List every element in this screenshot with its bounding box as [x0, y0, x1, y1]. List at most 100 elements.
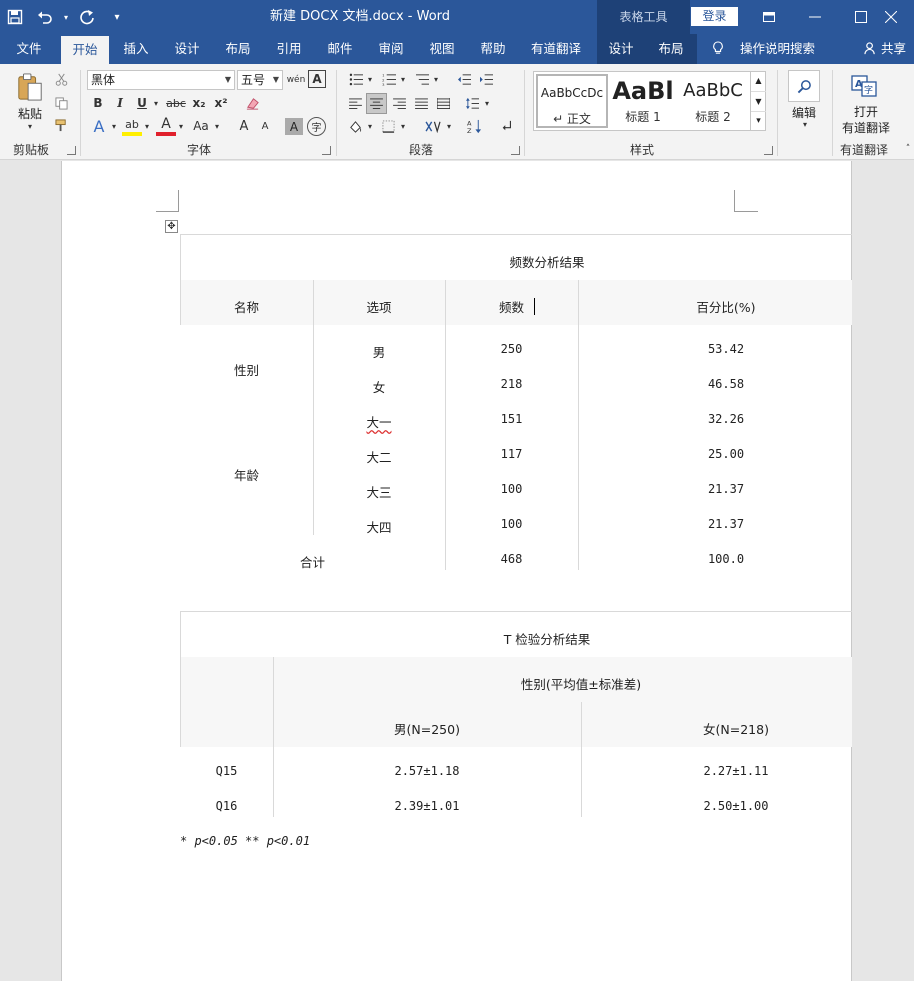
table2-male-value: 2.39±1.01 — [394, 799, 460, 813]
shrink-font-button[interactable]: A — [257, 116, 273, 136]
style-normal[interactable]: AaBbCcDc ↵ 正文 — [536, 74, 608, 128]
tab-references[interactable]: 引用 — [266, 34, 312, 64]
editing-dropdown-icon[interactable]: ▾ — [800, 120, 810, 129]
shading-dropdown-icon[interactable]: ▾ — [366, 116, 374, 136]
format-painter-icon[interactable] — [52, 116, 70, 134]
cut-icon[interactable] — [52, 70, 70, 88]
underline-button[interactable]: U — [133, 93, 151, 113]
align-center-icon[interactable] — [366, 93, 387, 114]
bullets-icon[interactable] — [345, 70, 367, 88]
line-spacing-icon[interactable] — [462, 93, 482, 113]
tab-layout[interactable]: 布局 — [215, 34, 261, 64]
shading-icon[interactable] — [345, 116, 365, 136]
youdao-translate-icon[interactable]: A字 — [848, 72, 880, 100]
clear-formatting-icon[interactable] — [242, 93, 262, 113]
styles-more-icon[interactable]: ▾ — [751, 111, 766, 129]
font-size-combo[interactable]: 五号 ▼ — [237, 70, 283, 90]
change-case-dropdown-icon[interactable]: ▾ — [212, 116, 222, 136]
change-case-button[interactable]: Aa — [190, 116, 212, 136]
paste-dropdown-icon[interactable]: ▾ — [25, 122, 35, 131]
borders-dropdown-icon[interactable]: ▾ — [399, 116, 407, 136]
close-icon[interactable] — [868, 0, 914, 34]
svg-text:2: 2 — [382, 78, 384, 82]
phonetic-guide-icon[interactable]: wén — [286, 70, 306, 90]
numbering-dropdown-icon[interactable]: ▾ — [399, 70, 407, 88]
multilevel-dropdown-icon[interactable]: ▾ — [432, 70, 440, 88]
share-button[interactable]: 共享 — [864, 34, 906, 64]
superscript-button[interactable]: x² — [212, 93, 230, 113]
styles-launcher-icon[interactable] — [764, 146, 773, 155]
text-effects-dropdown-icon[interactable]: ▾ — [109, 116, 119, 136]
undo-icon[interactable] — [30, 0, 60, 34]
increase-indent-icon[interactable] — [476, 70, 496, 88]
highlight-dropdown-icon[interactable]: ▾ — [142, 116, 152, 136]
tab-table-layout[interactable]: 布局 — [645, 34, 697, 64]
tab-help[interactable]: 帮助 — [470, 34, 516, 64]
numbering-icon[interactable]: 123 — [378, 70, 400, 88]
align-left-icon[interactable] — [345, 93, 365, 113]
italic-button[interactable]: I — [111, 93, 129, 113]
paste-label[interactable]: 粘贴 — [12, 105, 48, 122]
minimize-icon[interactable] — [792, 0, 838, 34]
distributed-icon[interactable] — [433, 93, 453, 113]
font-name-combo[interactable]: 黑体 ▼ — [87, 70, 235, 90]
grow-font-button[interactable]: A — [235, 116, 253, 136]
paragraph-launcher-icon[interactable] — [511, 146, 520, 155]
youdao-open-label[interactable]: 打开 有道翻译 — [836, 104, 896, 136]
ribbon-display-options-icon[interactable] — [746, 0, 792, 34]
sort-icon[interactable]: AZ — [464, 116, 484, 136]
undo-dropdown-icon[interactable]: ▾ — [60, 0, 72, 34]
multilevel-list-icon[interactable] — [411, 70, 433, 88]
tab-view[interactable]: 视图 — [419, 34, 465, 64]
tab-review[interactable]: 审阅 — [368, 34, 414, 64]
font-launcher-icon[interactable] — [322, 146, 331, 155]
enclose-characters-button[interactable]: 字 — [307, 117, 326, 136]
align-right-icon[interactable] — [389, 93, 409, 113]
decrease-indent-icon[interactable] — [454, 70, 474, 88]
tab-home[interactable]: 开始 — [61, 36, 109, 64]
style-heading-2[interactable]: AaBbC 标题 2 — [680, 74, 746, 128]
chinese-layout-dropdown-icon[interactable]: ▾ — [445, 116, 453, 136]
table2-item: Q15 — [215, 764, 238, 778]
tab-youdao[interactable]: 有道翻译 — [522, 34, 590, 64]
login-button[interactable]: 登录 — [691, 7, 738, 26]
table2-title: T 检验分析结果 — [503, 632, 591, 647]
editing-label[interactable]: 编辑 — [786, 104, 822, 121]
styles-scrollbar[interactable]: ▲ ▼ ▾ — [750, 71, 766, 131]
customize-qat-icon[interactable]: ▾ — [102, 0, 132, 34]
redo-icon[interactable] — [72, 0, 102, 34]
table-move-handle-icon[interactable]: ✥ — [165, 220, 178, 233]
style-heading-1[interactable]: AaBl 标题 1 — [610, 74, 676, 128]
tab-table-design[interactable]: 设计 — [597, 34, 645, 64]
strikethrough-button[interactable]: abc — [164, 93, 188, 113]
copy-icon[interactable] — [52, 94, 70, 112]
highlight-icon[interactable]: ab — [122, 116, 142, 136]
tab-file[interactable]: 文件 — [6, 34, 52, 64]
font-color-icon[interactable]: A — [156, 116, 176, 136]
justify-icon[interactable] — [411, 93, 431, 113]
paste-icon[interactable] — [12, 70, 48, 104]
tell-me-search[interactable]: 操作说明搜索 — [712, 34, 815, 64]
tab-design[interactable]: 设计 — [164, 34, 210, 64]
line-spacing-dropdown-icon[interactable]: ▾ — [483, 93, 491, 113]
text-effects-icon[interactable]: A — [89, 116, 109, 136]
styles-down-icon[interactable]: ▼ — [751, 91, 766, 111]
chinese-layout-icon[interactable] — [421, 116, 445, 136]
save-icon[interactable] — [0, 0, 30, 34]
character-shading-button[interactable]: A — [285, 118, 303, 135]
character-border-icon[interactable]: A — [308, 70, 326, 88]
font-color-dropdown-icon[interactable]: ▾ — [176, 116, 186, 136]
underline-dropdown-icon[interactable]: ▾ — [151, 93, 161, 113]
clipboard-launcher-icon[interactable] — [67, 146, 76, 155]
bold-button[interactable]: B — [89, 93, 107, 113]
collapse-ribbon-icon[interactable]: ˄ — [903, 144, 913, 154]
subscript-button[interactable]: x₂ — [190, 93, 208, 113]
bullets-dropdown-icon[interactable]: ▾ — [366, 70, 374, 88]
borders-icon[interactable] — [378, 116, 398, 136]
tab-insert[interactable]: 插入 — [113, 34, 159, 64]
tab-mailings[interactable]: 邮件 — [317, 34, 363, 64]
find-icon[interactable] — [788, 70, 820, 102]
show-marks-icon[interactable] — [497, 116, 517, 136]
styles-up-icon[interactable]: ▲ — [751, 71, 766, 91]
style-preview: AaBbCcDc — [540, 86, 604, 100]
